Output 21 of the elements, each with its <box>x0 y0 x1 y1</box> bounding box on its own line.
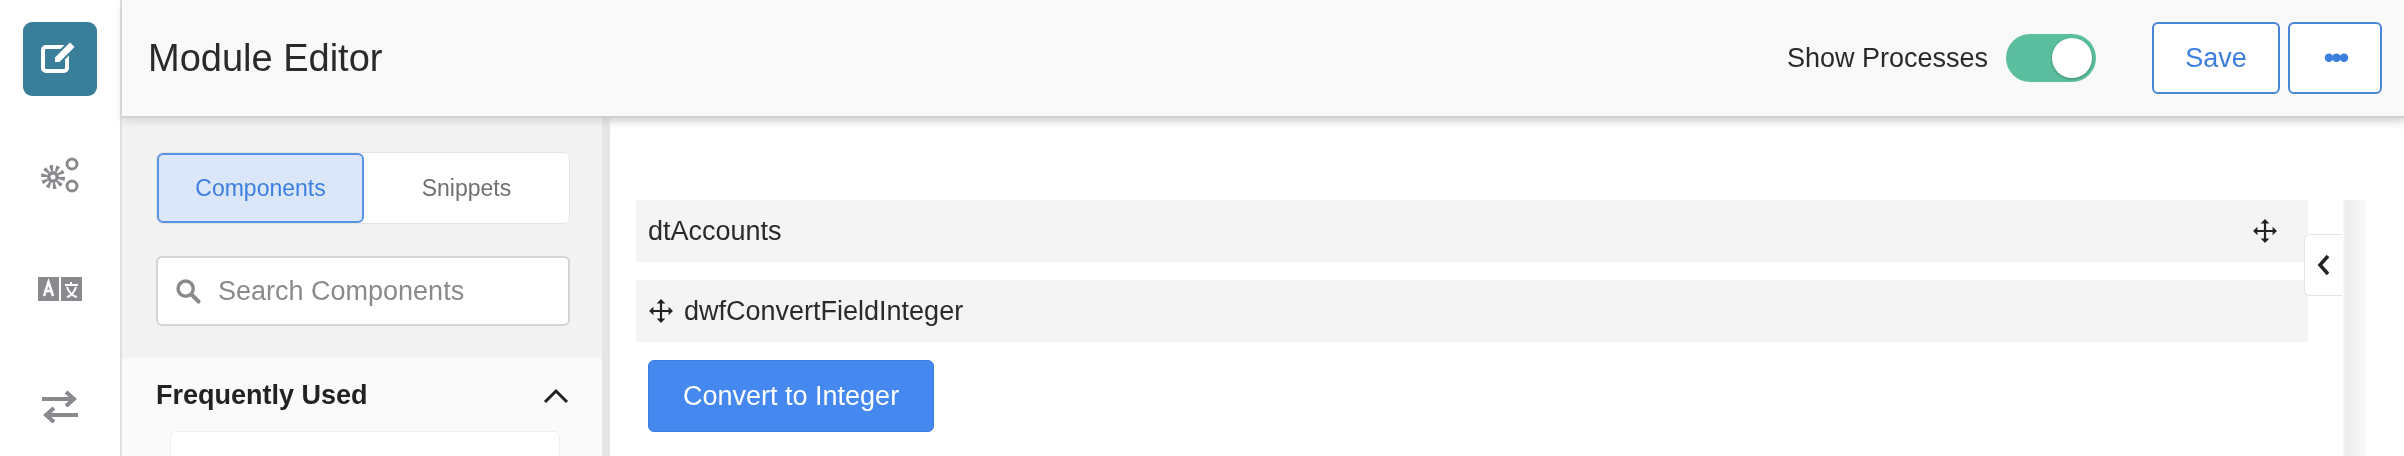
move-icon[interactable] <box>648 298 674 324</box>
edit-nav-button[interactable] <box>23 22 97 96</box>
component-name: dtAccounts <box>648 215 783 247</box>
more-button[interactable]: ••• <box>2288 22 2382 94</box>
toggle-label: Show Processes <box>1786 42 1988 74</box>
search-icon <box>174 277 202 305</box>
panel-tab[interactable]: Snippets <box>364 153 569 223</box>
chevron-up-icon[interactable] <box>542 386 570 405</box>
search-field[interactable]: Search Components <box>156 256 570 326</box>
panel-tab[interactable]: Components <box>157 153 364 223</box>
component-row[interactable]: dwfConvertFieldInteger <box>636 280 2308 342</box>
section-title: Frequently Used <box>156 380 368 411</box>
page-title: Module Editor <box>148 36 384 80</box>
move-icon[interactable] <box>2252 218 2278 244</box>
chevron-left-icon <box>2315 253 2332 277</box>
component-name: dwfConvertFieldInteger <box>684 295 965 327</box>
save-button[interactable]: Save <box>2152 22 2280 94</box>
component-row[interactable]: dtAccounts <box>636 200 2308 262</box>
show-processes-toggle[interactable] <box>2006 34 2096 82</box>
collapse-button[interactable] <box>2304 234 2342 296</box>
convert-button[interactable]: Convert to Integer <box>648 360 935 432</box>
